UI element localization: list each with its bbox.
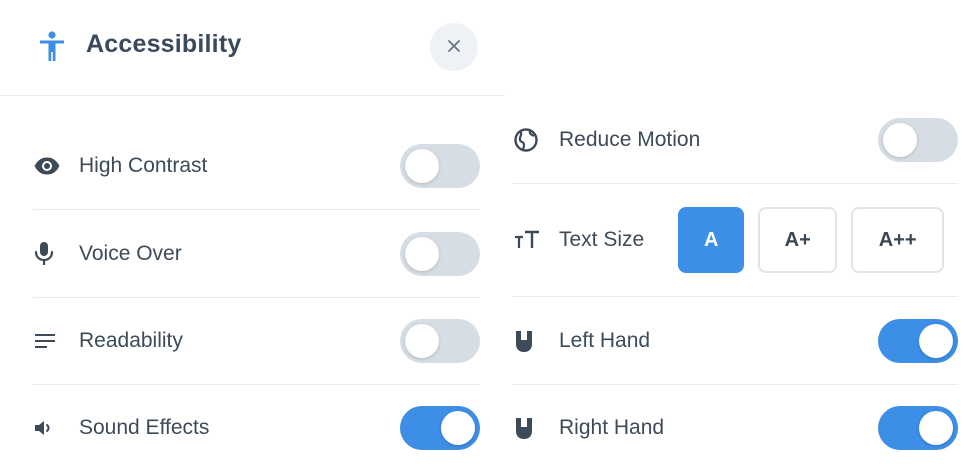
setting-label: Text Size bbox=[559, 228, 645, 251]
sound-effects-toggle[interactable] bbox=[400, 406, 480, 450]
toggle-knob bbox=[405, 323, 439, 358]
setting-label: High Contrast bbox=[79, 153, 208, 177]
microphone-icon bbox=[33, 239, 63, 269]
right-hand-toggle[interactable] bbox=[878, 406, 958, 450]
setting-row-sound-effects: Sound Effects bbox=[33, 384, 480, 468]
setting-label: Right Hand bbox=[559, 416, 665, 439]
setting-label: Reduce Motion bbox=[559, 127, 701, 151]
toggle-knob bbox=[405, 236, 439, 271]
voice-over-toggle[interactable] bbox=[400, 231, 480, 276]
reduce-motion-toggle[interactable] bbox=[878, 117, 958, 162]
setting-row-right-hand: Right Hand bbox=[513, 384, 958, 468]
setting-row-voice-over: Voice Over bbox=[33, 210, 480, 298]
setting-label: Readability bbox=[79, 328, 183, 352]
accessibility-panel: Accessibility High Contrast Voice Over R… bbox=[0, 0, 505, 468]
toggle-knob bbox=[919, 323, 953, 358]
panel-header: Accessibility bbox=[0, 0, 505, 96]
left-hand-toggle[interactable] bbox=[878, 318, 958, 363]
text-size-options: A A+ A++ bbox=[678, 207, 945, 273]
readability-toggle[interactable] bbox=[400, 318, 480, 363]
text-size-a-plus-button[interactable]: A+ bbox=[758, 207, 838, 273]
close-button[interactable] bbox=[430, 23, 478, 71]
setting-row-reduce-motion: Reduce Motion bbox=[513, 96, 958, 184]
setting-label: Left Hand bbox=[559, 328, 651, 352]
toggle-knob bbox=[883, 122, 917, 157]
setting-row-left-hand: Left Hand bbox=[513, 297, 958, 385]
setting-row-readability: Readability bbox=[33, 297, 480, 385]
close-icon bbox=[447, 39, 461, 56]
high-contrast-toggle[interactable] bbox=[400, 143, 480, 188]
setting-label: Sound Effects bbox=[79, 416, 210, 439]
text-size-a-plus-plus-button[interactable]: A++ bbox=[851, 207, 945, 273]
lines-icon bbox=[33, 326, 63, 356]
eye-icon bbox=[33, 151, 63, 181]
text-size-a-button[interactable]: A bbox=[678, 207, 745, 273]
speaker-icon bbox=[33, 413, 63, 443]
panel-title: Accessibility bbox=[86, 30, 242, 58]
globe-icon bbox=[513, 125, 543, 155]
hand-icon bbox=[513, 326, 543, 356]
setting-label: Voice Over bbox=[79, 241, 182, 265]
setting-row-text-size: Text Size A A+ A++ bbox=[513, 184, 958, 297]
text-size-icon bbox=[513, 225, 543, 255]
setting-row-high-contrast: High Contrast bbox=[33, 122, 480, 210]
accessibility-person-icon bbox=[34, 28, 70, 64]
accessibility-screen: Accessibility High Contrast Voice Over R… bbox=[0, 0, 968, 468]
toggle-knob bbox=[441, 411, 475, 445]
toggle-knob bbox=[405, 148, 439, 183]
hand-icon bbox=[513, 413, 543, 443]
toggle-knob bbox=[919, 411, 953, 445]
